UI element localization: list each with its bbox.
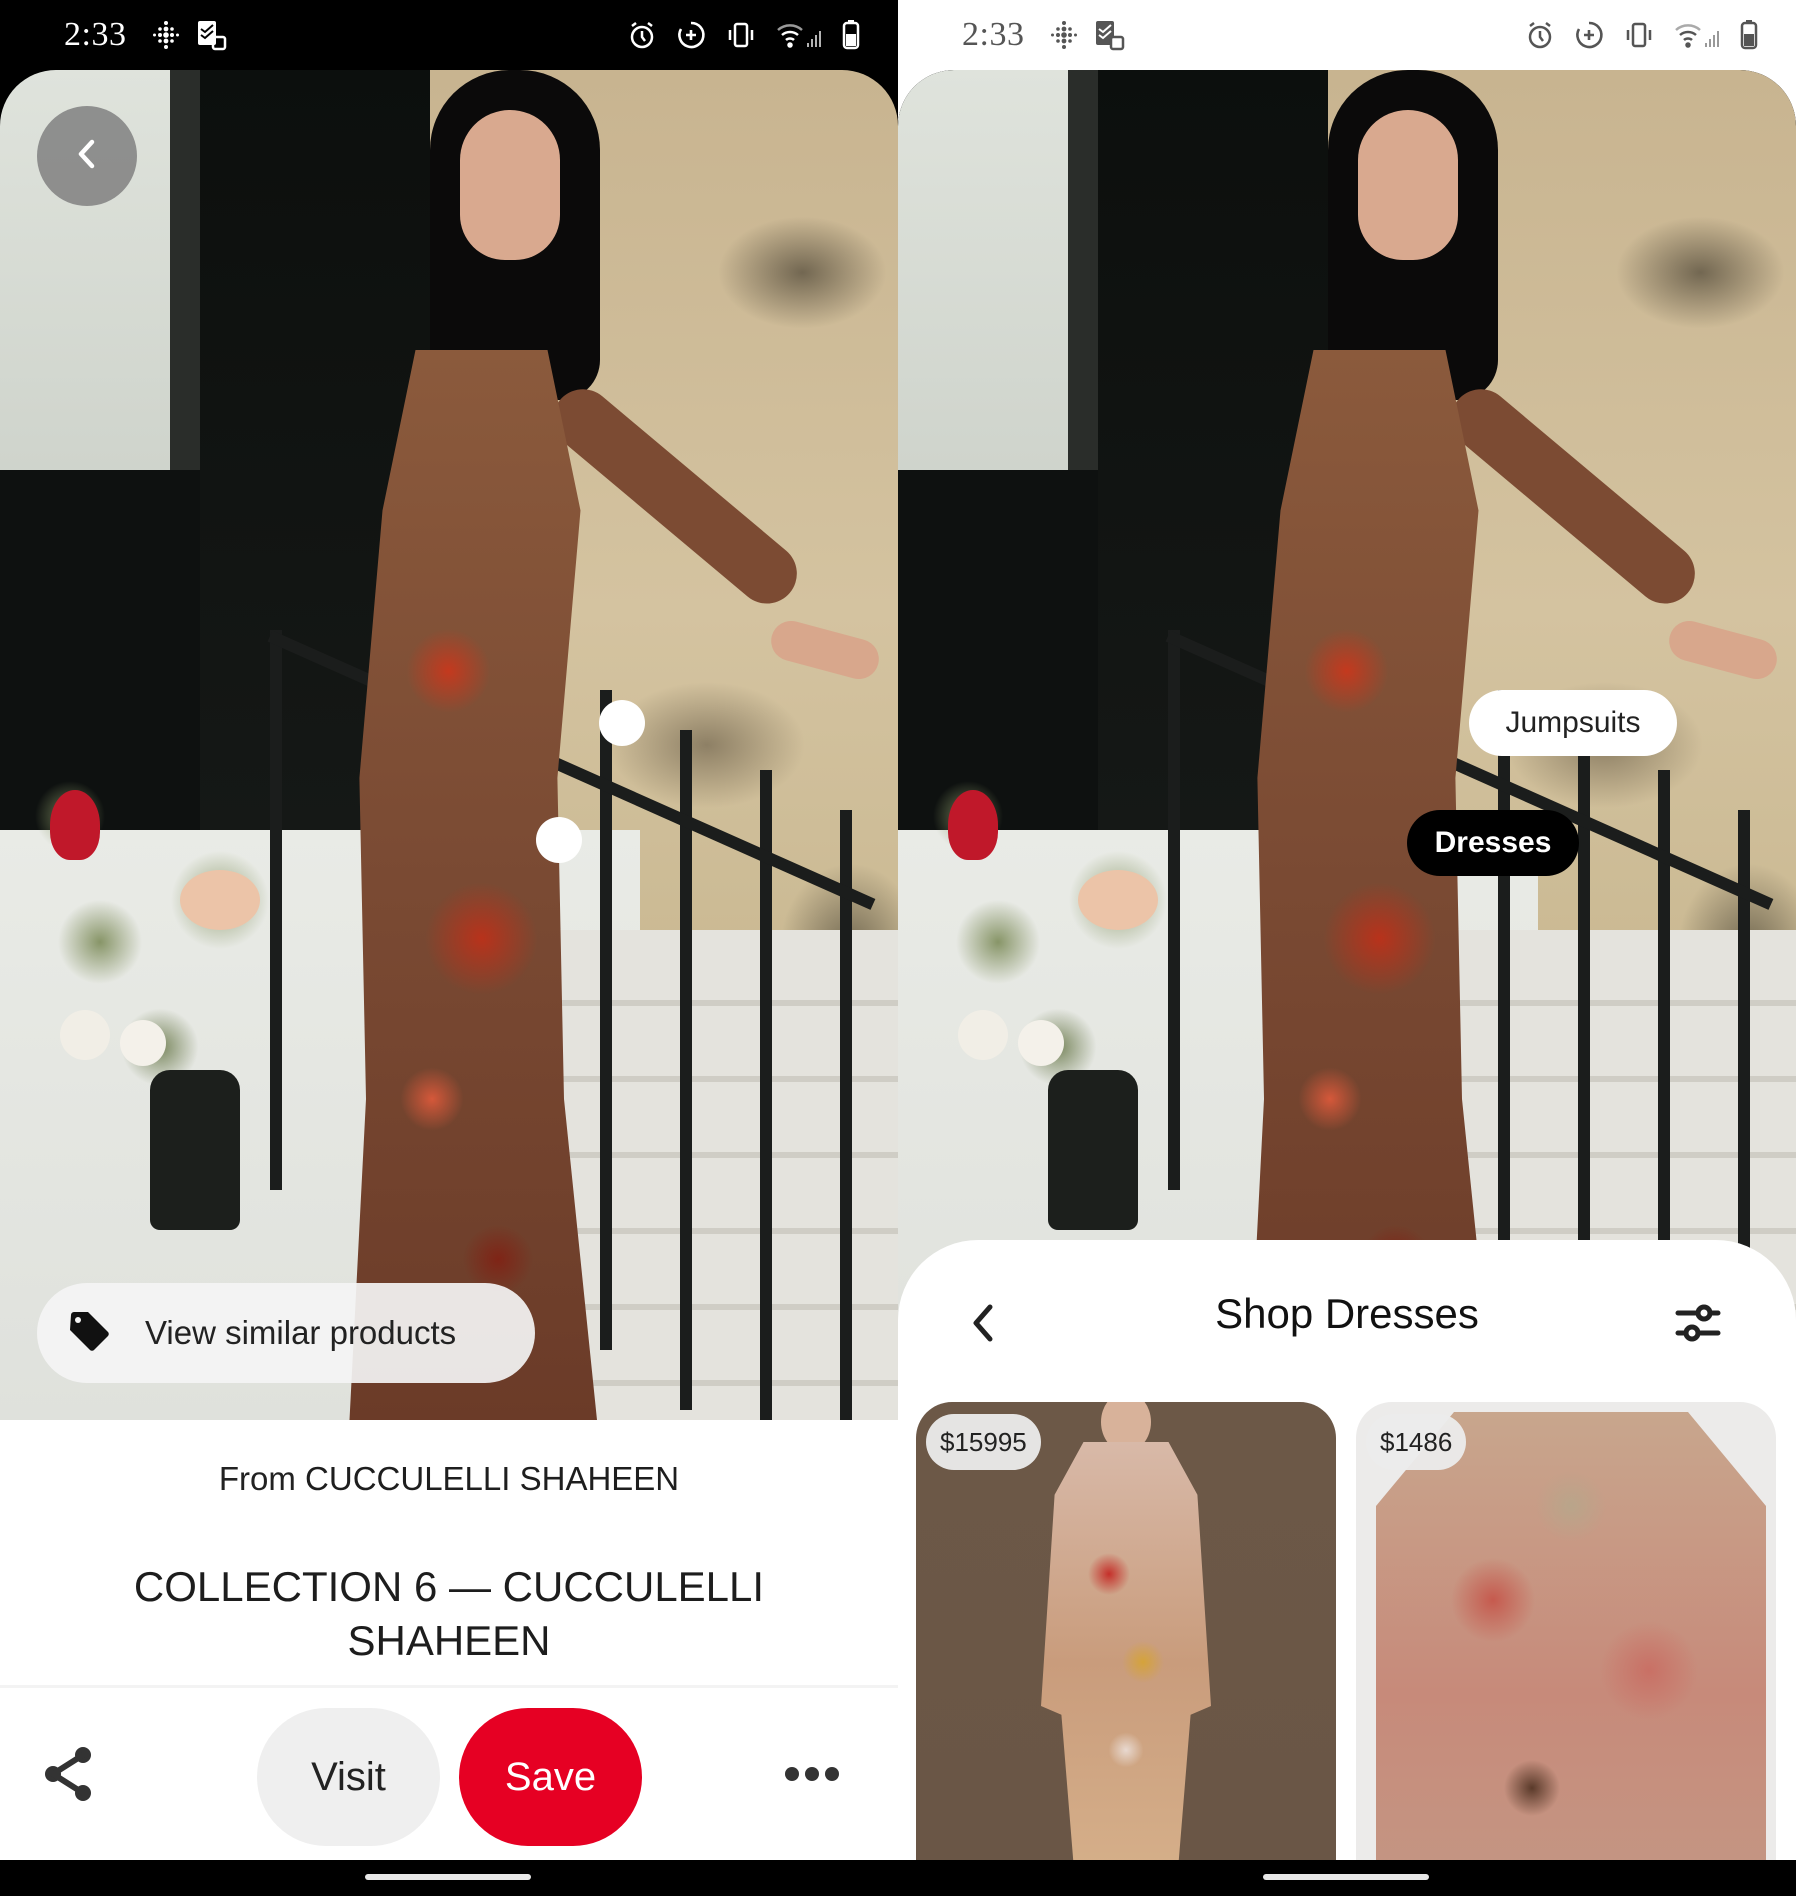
product-hotspot-dresses[interactable] — [536, 817, 582, 863]
alarm-icon — [628, 20, 656, 50]
pin-source: From CUCCULELLI SHAHEEN — [0, 1460, 898, 1498]
source-brand-link[interactable]: CUCCULELLI SHAHEEN — [305, 1460, 679, 1497]
pin-info: From CUCCULELLI SHAHEEN COLLECTION 6 — C… — [0, 1420, 898, 1685]
home-gesture-handle[interactable] — [1263, 1874, 1429, 1880]
filter-sliders-icon — [1674, 1299, 1722, 1352]
visit-button[interactable]: Visit — [257, 1708, 440, 1846]
pin-action-bar: Visit Save — [0, 1685, 898, 1860]
battery-icon — [842, 20, 860, 50]
view-similar-products-button[interactable]: View similar products — [37, 1283, 535, 1383]
category-chip-dresses[interactable]: Dresses — [1407, 810, 1579, 876]
share-button[interactable] — [40, 1746, 96, 1806]
alarm-icon — [1526, 20, 1554, 50]
product-image — [1376, 1412, 1766, 1872]
tasks-icon — [196, 19, 228, 51]
tasks-icon — [1094, 19, 1126, 51]
data-saver-icon — [676, 20, 706, 50]
product-hotspot-jumpsuits[interactable] — [599, 700, 645, 746]
source-prefix: From — [218, 1460, 296, 1497]
sheet-title: Shop Dresses — [1215, 1290, 1479, 1337]
price-badge: $15995 — [926, 1414, 1041, 1470]
shop-dresses-screen: 2:33 Jumpsuits Dresses Shop Dresses $159… — [898, 0, 1796, 1896]
save-button[interactable]: Save — [459, 1708, 642, 1846]
battery-icon — [1740, 20, 1758, 50]
product-card[interactable]: $1486 — [1356, 1402, 1776, 1872]
pin-detail-screen: 2:33 View similar products From CUCCULEL… — [0, 0, 898, 1896]
system-nav-bar — [898, 1860, 1796, 1896]
category-chip-jumpsuits[interactable]: Jumpsuits — [1469, 690, 1677, 756]
status-bar: 2:33 — [898, 0, 1796, 70]
product-card[interactable]: $15995 — [916, 1402, 1336, 1872]
back-button[interactable] — [37, 106, 137, 206]
vibrate-icon — [1624, 21, 1654, 49]
system-nav-bar — [0, 1860, 898, 1896]
vibrate-icon — [726, 21, 756, 49]
status-time: 2:33 — [64, 16, 127, 53]
home-gesture-handle[interactable] — [365, 1874, 531, 1880]
tag-icon — [67, 1309, 111, 1358]
data-saver-icon — [1574, 20, 1604, 50]
more-options-button[interactable] — [780, 1758, 844, 1794]
shop-dresses-sheet: Shop Dresses $15995 $1486 — [898, 1240, 1796, 1872]
price-badge: $1486 — [1366, 1414, 1467, 1470]
chevron-left-icon — [72, 137, 102, 176]
wifi-icon — [776, 21, 822, 49]
view-similar-label: View similar products — [145, 1314, 457, 1351]
status-bar: 2:33 — [0, 0, 898, 70]
status-time: 2:33 — [962, 16, 1025, 53]
share-icon — [41, 1745, 95, 1808]
fitbit-icon — [1050, 20, 1078, 50]
more-horizontal-icon — [784, 1766, 840, 1787]
filter-button[interactable] — [1668, 1295, 1728, 1355]
product-image — [1041, 1442, 1211, 1872]
pin-title: COLLECTION 6 — CUCCULELLI SHAHEEN — [133, 1563, 765, 1664]
fitbit-icon — [152, 20, 180, 50]
wifi-icon — [1674, 21, 1720, 49]
pin-image[interactable] — [0, 70, 898, 1420]
